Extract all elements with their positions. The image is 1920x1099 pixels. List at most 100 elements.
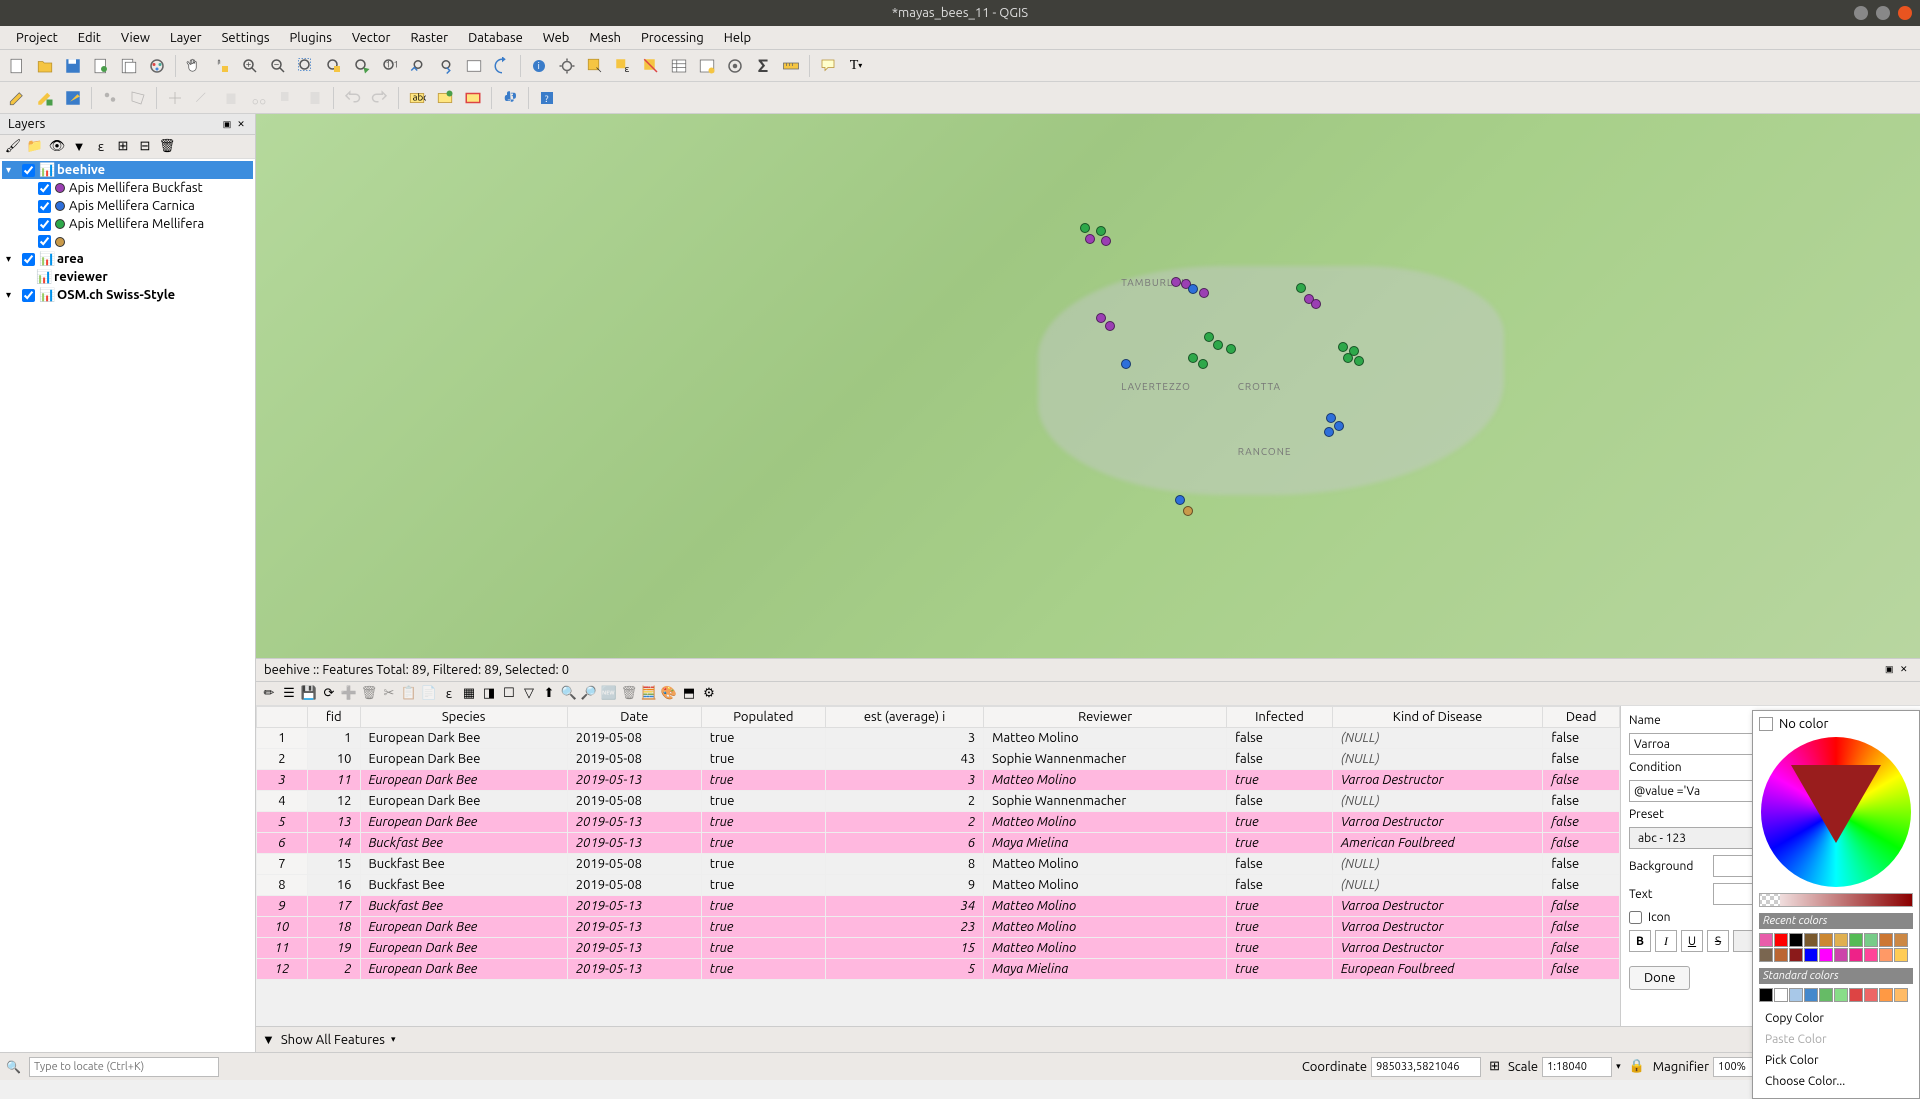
map-feature-point[interactable] [1213,340,1223,350]
zoom-to-selected-icon[interactable]: 🔎 [580,685,598,703]
menu-vector[interactable]: Vector [342,28,401,48]
table-cell[interactable]: true [1227,812,1333,833]
layer-item[interactable]: Apis Mellifera Buckfast [2,179,253,197]
table-cell[interactable]: false [1543,875,1620,896]
icon-checkbox[interactable] [1629,911,1642,924]
color-swatch[interactable] [1789,933,1803,947]
bold-button[interactable]: B [1629,930,1651,952]
map-feature-point[interactable] [1096,313,1106,323]
actions-icon[interactable]: ⚙ [700,685,718,703]
table-cell[interactable]: (NULL) [1332,749,1542,770]
help-button[interactable]: ? [534,85,560,111]
table-cell[interactable]: 2019-05-13 [567,833,701,854]
menu-edit[interactable]: Edit [68,28,111,48]
table-cell[interactable]: Sophie Wannenmacher [984,749,1227,770]
copy-icon[interactable]: 📋 [400,685,418,703]
color-swatch[interactable] [1834,933,1848,947]
expand-icon[interactable]: ▾ [6,289,18,301]
show-all-features-button[interactable]: Show All Features [281,1033,385,1047]
scale-lock-icon[interactable]: 🔒 [1629,1059,1645,1074]
table-cell[interactable]: true [701,938,825,959]
table-row[interactable]: 1018European Dark Bee2019-05-13true23Mat… [257,917,1620,938]
select-by-expression-button[interactable]: ε [610,53,636,79]
table-cell[interactable]: 14 [307,833,360,854]
table-row[interactable]: 412European Dark Bee2019-05-08true2Sophi… [257,791,1620,812]
map-feature-point[interactable] [1296,283,1306,293]
add-feature-button[interactable] [97,85,123,111]
undock-icon[interactable]: ▣ [221,118,233,130]
table-cell[interactable]: true [1227,938,1333,959]
reload-icon[interactable]: ⟳ [320,685,338,703]
select-all-icon[interactable]: ▦ [460,685,478,703]
strikethrough-button[interactable]: S [1707,930,1729,952]
table-cell[interactable]: Varroa Destructor [1332,896,1542,917]
table-cell[interactable]: true [1227,917,1333,938]
table-cell[interactable]: Varroa Destructor [1332,812,1542,833]
table-cell[interactable]: false [1543,896,1620,917]
map-feature-point[interactable] [1105,321,1115,331]
color-swatch[interactable] [1819,948,1833,962]
table-cell[interactable]: Matteo Molino [984,896,1227,917]
table-cell[interactable]: true [701,791,825,812]
delete-button[interactable] [218,85,244,111]
extents-icon[interactable]: ⊞ [1489,1059,1500,1074]
new-print-layout-button[interactable] [88,53,114,79]
table-cell[interactable]: false [1543,749,1620,770]
current-edits-button[interactable] [4,85,30,111]
layer-item[interactable]: 📊reviewer [2,268,253,286]
column-header[interactable]: Infected [1227,707,1333,728]
table-cell[interactable]: false [1543,728,1620,749]
color-swatch[interactable] [1879,988,1893,1002]
table-cell[interactable]: Matteo Molino [984,854,1227,875]
table-cell[interactable]: false [1543,959,1620,980]
table-cell[interactable]: 2019-05-13 [567,938,701,959]
color-swatch[interactable] [1894,933,1908,947]
table-cell[interactable]: false [1543,812,1620,833]
table-cell[interactable]: false [1543,791,1620,812]
table-cell[interactable]: Varroa Destructor [1332,770,1542,791]
table-cell[interactable]: (NULL) [1332,728,1542,749]
color-swatch[interactable] [1759,988,1773,1002]
table-cell[interactable]: 10 [257,917,308,938]
layer-item[interactable]: Apis Mellifera Carnica [2,197,253,215]
color-opacity-slider[interactable] [1759,893,1913,907]
table-row[interactable]: 816Buckfast Bee2019-05-08true9Matteo Mol… [257,875,1620,896]
measure-button[interactable] [778,53,804,79]
table-cell[interactable]: false [1227,749,1333,770]
table-cell[interactable]: 8 [257,875,308,896]
new-field-icon[interactable]: 🆕 [600,685,618,703]
zoom-in-button[interactable] [237,53,263,79]
zoom-last-button[interactable] [405,53,431,79]
table-cell[interactable]: 4 [257,791,308,812]
color-swatch[interactable] [1804,948,1818,962]
table-cell[interactable]: 9 [825,875,983,896]
layer-visibility-checkbox[interactable] [22,164,35,177]
table-cell[interactable]: Matteo Molino [984,728,1227,749]
table-cell[interactable]: European Dark Bee [360,749,567,770]
color-swatch[interactable] [1894,948,1908,962]
layer-visibility-checkbox[interactable] [38,218,51,231]
column-header[interactable]: Species [360,707,567,728]
table-cell[interactable]: true [701,917,825,938]
color-swatch[interactable] [1834,948,1848,962]
color-swatch[interactable] [1789,948,1803,962]
table-cell[interactable]: 12 [257,959,308,980]
table-cell[interactable]: 15 [825,938,983,959]
menu-layer[interactable]: Layer [160,28,212,48]
table-cell[interactable]: true [701,812,825,833]
color-swatch[interactable] [1864,933,1878,947]
select-expr-icon[interactable]: ε [440,685,458,703]
minimize-button[interactable] [1854,6,1868,20]
table-cell[interactable]: 2019-05-13 [567,896,701,917]
conditional-format-icon[interactable]: 🎨 [660,685,678,703]
map-feature-point[interactable] [1183,506,1193,516]
map-feature-point[interactable] [1311,299,1321,309]
filter-icon[interactable]: ▼ [262,1032,275,1047]
expand-icon[interactable]: ▾ [6,164,18,176]
layer-visibility-checkbox[interactable] [22,289,35,302]
column-header[interactable]: Date [567,707,701,728]
table-cell[interactable]: 17 [307,896,360,917]
table-cell[interactable]: 34 [825,896,983,917]
attribute-table-scroll[interactable]: fidSpeciesDatePopulatedest (average) iRe… [256,706,1620,1026]
color-swatch[interactable] [1774,988,1788,1002]
